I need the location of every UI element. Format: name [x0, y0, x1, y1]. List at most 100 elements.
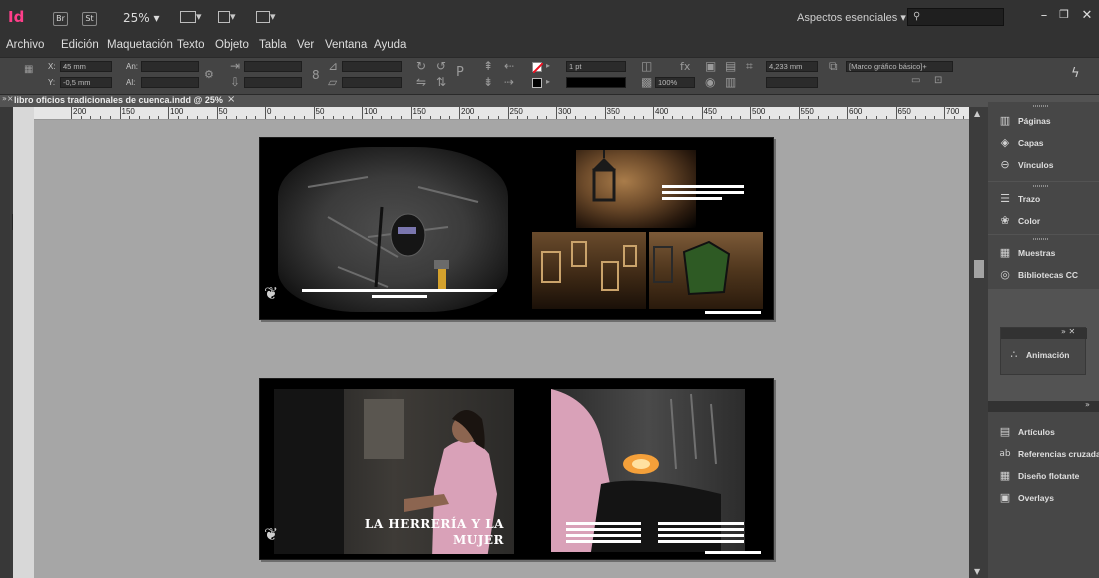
scrollbar-thumb[interactable]	[974, 260, 984, 278]
close-button[interactable]: ✕	[1077, 8, 1097, 26]
spread-title-line2: MUJER	[452, 533, 504, 547]
flip-horizontal-icon[interactable]: ⇋	[416, 75, 426, 89]
stroke-swatch[interactable]	[532, 78, 542, 88]
y-position-field[interactable]: -0,5 mm	[60, 77, 112, 88]
ruler-label: 50	[315, 107, 325, 116]
panel-overlays[interactable]: ▣ Overlays	[988, 488, 1099, 510]
vertical-scrollbar[interactable]: ▲ ▼	[969, 107, 988, 578]
flip-vertical-icon[interactable]: ⇅	[436, 75, 446, 89]
floating-panel-header[interactable]: » ✕	[1001, 327, 1087, 339]
stock-button[interactable]: St	[82, 12, 97, 26]
ruler-label: 200	[73, 107, 87, 116]
collapse-arrows-icon[interactable]: »×	[2, 94, 14, 103]
center-content-icon[interactable]: ◉	[705, 75, 715, 89]
panel-pages[interactable]: ▥ Páginas	[988, 111, 1099, 133]
indesign-window: Id Br St 25% ▾ ▾ ▾ ▾ Aspectos esenciales…	[0, 0, 1099, 578]
photo-lanterns-shop[interactable]	[532, 232, 646, 309]
scale-x-field[interactable]	[244, 61, 302, 72]
clear-overrides-icon[interactable]: ▭	[911, 75, 920, 86]
menu-archivo[interactable]: Archivo	[6, 39, 44, 51]
workspace-select[interactable]: Aspectos esenciales ▾	[797, 11, 906, 24]
fill-none-swatch[interactable]	[532, 62, 543, 73]
fit-frame-icon[interactable]: ▣	[705, 59, 716, 73]
minimize-button[interactable]: –	[1034, 8, 1054, 26]
panel-grip[interactable]	[1033, 105, 1049, 107]
arrange-documents-button[interactable]: ▾	[256, 10, 286, 26]
rotate-ccw-icon[interactable]: ↺	[436, 59, 446, 73]
rotation-field[interactable]	[342, 61, 402, 72]
menu-texto[interactable]: Texto	[177, 39, 205, 51]
select-container-icon[interactable]: ⇞	[483, 59, 493, 73]
x-position-field[interactable]: 45 mm	[60, 61, 112, 72]
menu-tabla[interactable]: Tabla	[259, 39, 287, 51]
select-next-icon[interactable]: ⇢	[504, 75, 514, 89]
panel-articles[interactable]: ▤ Artículos	[988, 422, 1099, 444]
stroke-offset-field[interactable]: 4,233 mm	[766, 61, 818, 72]
corner-shape-select[interactable]	[766, 77, 818, 88]
reference-point-icon[interactable]: ▦	[24, 64, 33, 75]
height-field[interactable]	[141, 77, 199, 88]
scroll-up-icon[interactable]: ▲	[974, 109, 980, 118]
chevron-right-icon[interactable]: ▸	[546, 77, 550, 86]
panel-group-4-header[interactable]: »	[988, 400, 1099, 412]
panel-cross-references[interactable]: ab Referencias cruzadas	[988, 444, 1099, 466]
object-style-select[interactable]: [Marco gráfico básico]+	[846, 61, 953, 72]
panel-color-label: Color	[1018, 216, 1041, 226]
panel-links[interactable]: ⊖ Vínculos	[988, 155, 1099, 177]
photo-green-lantern[interactable]	[649, 232, 763, 309]
bridge-button[interactable]: Br	[53, 12, 68, 26]
lightning-icon[interactable]: ϟ	[1071, 66, 1080, 81]
select-content-icon[interactable]: ⇟	[483, 75, 493, 89]
zoom-select[interactable]: 25% ▾	[123, 11, 160, 25]
constrain-proportions-icon[interactable]: ⚙	[204, 68, 214, 81]
panel-swatches-label: Muestras	[1018, 248, 1056, 258]
view-options-button[interactable]: ▾	[180, 10, 210, 26]
panel-cc-libraries[interactable]: ◎ Bibliotecas CC	[988, 265, 1099, 287]
expand-arrows-icon[interactable]: »	[1085, 400, 1090, 409]
rotate-cw-icon[interactable]: ↻	[416, 59, 426, 73]
width-field[interactable]	[141, 61, 199, 72]
auto-fit-icon[interactable]: ⌗	[746, 59, 753, 74]
spread-2[interactable]: LA HERRERÍA Y LA MUJER ❦	[259, 378, 774, 560]
menu-ver[interactable]: Ver	[297, 39, 314, 51]
menu-maquetacion[interactable]: Maquetación	[107, 39, 173, 51]
text-wrap-icon[interactable]: ◫	[641, 59, 652, 73]
chevron-right-icon[interactable]: ▸	[546, 61, 550, 70]
panel-layers[interactable]: ◈ Capas	[988, 133, 1099, 155]
restore-button[interactable]: ❐	[1054, 8, 1074, 26]
expand-arrows-icon[interactable]: » ✕	[1061, 327, 1075, 336]
fill-frame-icon[interactable]: ▥	[725, 75, 736, 89]
menu-edicion[interactable]: Edición	[61, 39, 99, 51]
shear-field[interactable]	[342, 77, 402, 88]
spread-1[interactable]: ❦	[259, 137, 774, 320]
scroll-down-icon[interactable]: ▼	[974, 567, 980, 576]
fx-icon[interactable]: fx	[680, 60, 690, 73]
fit-content-icon[interactable]: ▤	[725, 59, 736, 73]
panel-animation[interactable]: ∴ Animación	[1001, 345, 1087, 367]
panel-swatches[interactable]: ▦ Muestras	[988, 243, 1099, 265]
panel-grip[interactable]	[1033, 238, 1049, 240]
document-canvas[interactable]: ❦ LA HERRERÍA Y LA MUJER ❦	[34, 120, 969, 578]
new-style-icon[interactable]: ⊡	[934, 75, 942, 86]
menu-ayuda[interactable]: Ayuda	[374, 39, 406, 51]
menu-ventana[interactable]: Ventana	[325, 39, 367, 51]
close-tab-icon[interactable]: ×	[227, 94, 235, 105]
photo-workshop-tools[interactable]	[278, 147, 508, 312]
menu-objeto[interactable]: Objeto	[215, 39, 249, 51]
horizontal-ruler[interactable]: 200 150 100 50 0 50 100 150 200 250 300 350 400 450 50…	[34, 107, 969, 120]
scale-y-field[interactable]	[244, 77, 302, 88]
stroke-type-select[interactable]	[566, 77, 626, 88]
panel-stroke[interactable]: ☰ Trazo	[988, 189, 1099, 211]
panel-grip[interactable]	[1033, 185, 1049, 187]
opacity-field[interactable]: 100%	[655, 77, 695, 88]
screen-mode-button[interactable]: ▾	[218, 10, 248, 26]
panel-color[interactable]: ❀ Color	[988, 211, 1099, 233]
constrain-scale-icon[interactable]: 8	[312, 68, 320, 82]
ruler-origin[interactable]	[13, 107, 34, 120]
stroke-weight-field[interactable]: 1 pt	[566, 61, 626, 72]
panel-liquid-layout[interactable]: ▦ Diseño flotante	[988, 466, 1099, 488]
search-input[interactable]: ⚲	[907, 8, 1004, 26]
vertical-ruler[interactable]	[13, 120, 34, 578]
select-previous-icon[interactable]: ⇠	[504, 59, 514, 73]
panel-stroke-label: Trazo	[1018, 194, 1041, 204]
